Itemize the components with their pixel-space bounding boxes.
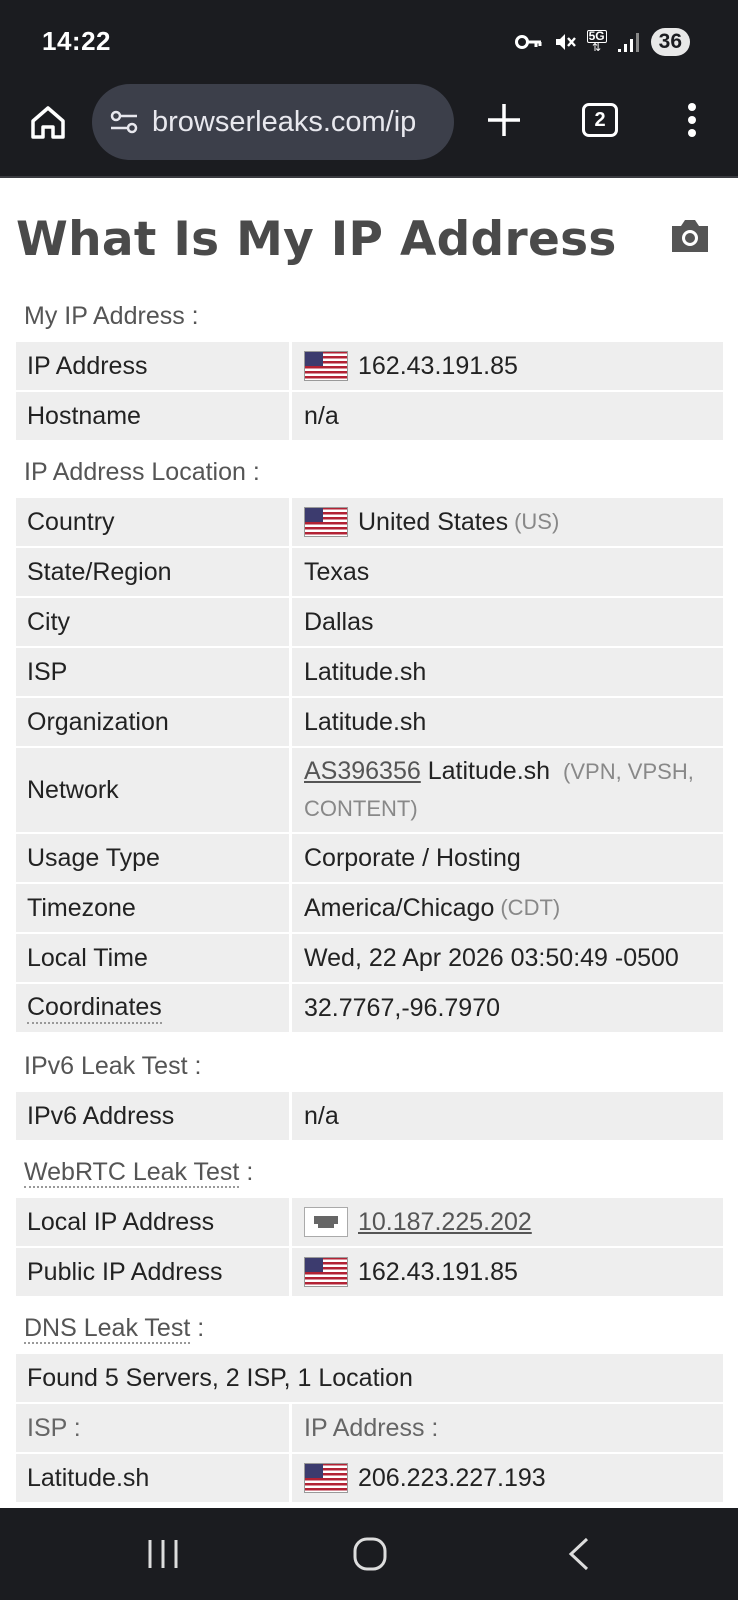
row-value: Latitude.sh <box>304 657 427 686</box>
row-coordinates: Coordinates 32.7767,-96.7970 <box>16 984 723 1032</box>
status-icons: 5G ⇅ 36 <box>514 28 690 56</box>
row-label: Hostname <box>16 392 292 440</box>
coordinates-label[interactable]: Coordinates <box>27 993 162 1024</box>
section-dns: DNS Leak Test : <box>24 1314 205 1344</box>
row-local-ip: Local IP Address 10.187.225.202 <box>16 1198 723 1246</box>
section-my-ip: My IP Address : <box>24 302 199 330</box>
back-icon[interactable] <box>566 1536 592 1572</box>
row-hostname: Hostname n/a <box>16 392 723 440</box>
row-public-ip: Public IP Address 162.43.191.85 <box>16 1248 723 1296</box>
dns-summary: Found 5 Servers, 2 ISP, 1 Location <box>16 1354 723 1402</box>
section-webrtc: WebRTC Leak Test : <box>24 1158 254 1188</box>
row-label: IPv6 Address <box>16 1092 292 1140</box>
section-ipv6: IPv6 Leak Test : <box>24 1052 202 1080</box>
row-label: IP Address <box>16 342 292 390</box>
network-type-icon: 5G ⇅ <box>586 29 607 54</box>
timezone-abbr: (CDT) <box>500 895 561 920</box>
row-organization: Organization Latitude.sh <box>16 698 723 746</box>
tab-switcher-button[interactable]: 2 <box>582 103 618 137</box>
row-value: Dallas <box>304 607 374 636</box>
us-flag-icon <box>304 351 348 381</box>
row-city: City Dallas <box>16 598 723 646</box>
browser-toolbar: browserleaks.com/ip 2 <box>0 82 738 178</box>
row-label: Local IP Address <box>16 1198 292 1246</box>
row-label: Network <box>16 748 292 832</box>
row-value: 162.43.191.85 <box>358 351 518 380</box>
dns-col-ip: IP Address : <box>304 1413 439 1442</box>
row-value: n/a <box>304 1101 339 1130</box>
row-timezone: Timezone America/Chicago (CDT) <box>16 884 723 932</box>
us-flag-icon <box>304 1463 348 1493</box>
webrtc-link[interactable]: WebRTC Leak Test <box>24 1158 240 1188</box>
row-value: Texas <box>304 557 370 586</box>
row-label: City <box>16 598 292 646</box>
signal-icon <box>617 33 639 52</box>
row-label: Country <box>16 498 292 546</box>
dns-row: Latitude.sh 206.223.227.193 <box>16 1454 723 1502</box>
vpn-key-icon <box>514 35 542 49</box>
row-value: Latitude.sh <box>427 757 551 785</box>
row-label: State/Region <box>16 548 292 596</box>
home-icon[interactable] <box>28 102 68 142</box>
dns-link[interactable]: DNS Leak Test <box>24 1314 191 1344</box>
row-label: Usage Type <box>16 834 292 882</box>
mute-icon <box>555 34 576 50</box>
row-label: Timezone <box>16 884 292 932</box>
row-value: Latitude.sh <box>304 707 427 736</box>
country-code: (US) <box>514 509 560 534</box>
page-content: What Is My IP Address My IP Address : IP… <box>0 178 738 1508</box>
section-location: IP Address Location : <box>24 458 260 486</box>
site-settings-icon[interactable] <box>108 106 140 138</box>
row-value: United States <box>358 507 509 536</box>
row-value: 162.43.191.85 <box>358 1257 518 1286</box>
home-nav-icon[interactable] <box>352 1536 388 1572</box>
row-ip-address: IP Address 162.43.191.85 <box>16 342 723 390</box>
row-local-time: Local Time Wed, 22 Apr 2026 03:50:49 -05… <box>16 934 723 982</box>
more-menu-icon[interactable] <box>680 100 704 140</box>
local-ip-link[interactable]: 10.187.225.202 <box>358 1208 532 1237</box>
status-bar: 14:22 5G ⇅ 36 <box>0 0 738 82</box>
row-country: Country United States (US) <box>16 498 723 546</box>
us-flag-icon <box>304 507 348 537</box>
row-value: America/Chicago <box>304 893 495 922</box>
row-label: ISP <box>16 648 292 696</box>
row-value: 32.7767,-96.7970 <box>304 993 501 1022</box>
dns-isp: Latitude.sh <box>16 1454 292 1502</box>
status-time: 14:22 <box>42 26 111 56</box>
row-value: Wed, 22 Apr 2026 03:50:49 -0500 <box>304 943 679 972</box>
row-label: Local Time <box>16 934 292 982</box>
section-colon: : <box>197 1314 205 1342</box>
row-label: Public IP Address <box>16 1248 292 1296</box>
section-colon: : <box>246 1158 254 1186</box>
system-nav-bar <box>0 1508 738 1600</box>
row-ipv6-address: IPv6 Address n/a <box>16 1092 723 1140</box>
dns-ip: 206.223.227.193 <box>358 1463 546 1492</box>
row-isp: ISP Latitude.sh <box>16 648 723 696</box>
camera-icon[interactable] <box>670 218 710 254</box>
url-bar[interactable]: browserleaks.com/ip <box>92 84 454 160</box>
row-label: Organization <box>16 698 292 746</box>
page-title: What Is My IP Address <box>16 212 617 267</box>
url-text[interactable]: browserleaks.com/ip <box>152 106 416 139</box>
new-tab-icon[interactable] <box>484 100 524 140</box>
dns-header-row: ISP : IP Address : <box>16 1404 723 1452</box>
dns-col-isp: ISP : <box>16 1404 292 1452</box>
row-value: Corporate / Hosting <box>304 843 521 872</box>
row-network: Network AS396356 Latitude.sh (VPN, VPSH,… <box>16 748 723 832</box>
asn-link[interactable]: AS396356 <box>304 757 421 785</box>
recent-apps-icon[interactable] <box>146 1538 180 1570</box>
row-value: n/a <box>304 401 339 430</box>
us-flag-icon <box>304 1257 348 1287</box>
battery-indicator: 36 <box>650 28 690 56</box>
row-usage-type: Usage Type Corporate / Hosting <box>16 834 723 882</box>
row-state: State/Region Texas <box>16 548 723 596</box>
lan-icon <box>304 1207 348 1237</box>
